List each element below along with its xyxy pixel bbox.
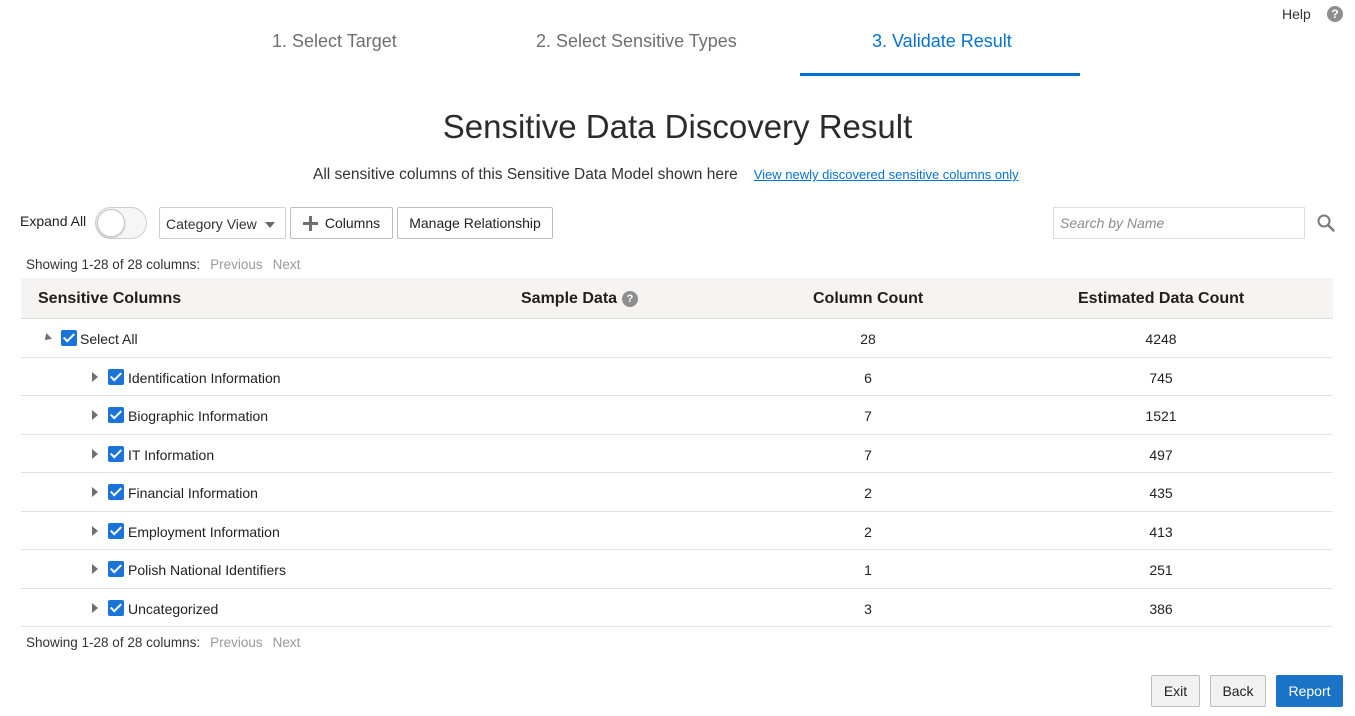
view-select-value: Category View [166,216,257,232]
active-step-indicator [800,73,1080,76]
add-columns-button[interactable]: Columns [290,207,393,239]
column-count-cell: 2 [864,485,872,501]
table-row[interactable]: Identification Information 6 745 [21,358,1333,396]
row-checkbox[interactable] [108,368,124,385]
table-header: Sensitive Columns Sample Data ? Column C… [21,278,1333,319]
table-row[interactable]: Financial Information 2 435 [21,473,1333,512]
data-count-cell: 497 [1149,446,1173,463]
table-row[interactable]: Uncategorized 3 386 [21,589,1333,627]
data-count-cell: 413 [1149,523,1173,540]
column-count-cell: 28 [860,331,876,347]
report-button[interactable]: Report [1276,675,1343,707]
table-row-select-all[interactable]: Select All 28 4248 [21,319,1333,358]
category-label: Polish National Identifiers [128,562,286,578]
page-subtitle: All sensitive columns of this Sensitive … [313,166,738,183]
column-count-cell: 2 [864,523,872,540]
expand-all-toggle[interactable] [95,207,147,239]
expand-triangle-icon[interactable] [92,410,98,420]
header-sensitive-columns: Sensitive Columns [38,290,182,307]
pager-showing: Showing 1-28 of 28 columns: [26,635,201,650]
data-count-cell: 745 [1149,369,1173,386]
step-select-sensitive-types[interactable]: 2. Select Sensitive Types [536,31,737,52]
expand-triangle-icon[interactable] [92,602,98,613]
subtitle-row: All sensitive columns of this Sensitive … [313,166,1019,184]
collapse-triangle-icon[interactable] [42,333,52,343]
view-select[interactable]: Category View [159,207,286,239]
search-icon[interactable] [1317,214,1335,232]
pager-next[interactable]: Next [273,257,301,272]
manage-relationship-button[interactable]: Manage Relationship [397,207,553,239]
step-train: 1. Select Target 2. Select Sensitive Typ… [0,0,1355,78]
pager-bottom: Showing 1-28 of 28 columns: Previous Nex… [26,635,300,650]
column-count-cell: 7 [864,408,872,424]
chevron-down-icon [265,222,275,228]
select-all-checkbox[interactable] [61,330,77,346]
category-label: IT Information [128,446,215,463]
column-count-cell: 3 [864,600,872,617]
category-label: Uncategorized [128,600,219,617]
row-checkbox[interactable] [108,522,124,539]
data-count-cell: 435 [1149,485,1173,501]
select-all-label: Select All [80,331,138,347]
data-count-cell: 251 [1149,562,1173,578]
expand-triangle-icon[interactable] [92,564,98,574]
page-title: Sensitive Data Discovery Result [442,108,913,145]
category-label: Employment Information [128,523,280,540]
row-checkbox[interactable] [108,599,124,616]
expand-triangle-icon[interactable] [92,487,98,497]
row-checkbox[interactable] [108,484,124,500]
view-new-columns-link[interactable]: View newly discovered sensitive columns … [754,167,1019,182]
column-count-cell: 6 [864,369,872,386]
table-row[interactable]: Employment Information 2 413 [21,512,1333,550]
table-row[interactable]: Polish National Identifiers 1 251 [21,550,1333,589]
table-row[interactable]: Biographic Information 7 1521 [21,396,1333,435]
pager-top: Showing 1-28 of 28 columns: Previous Nex… [26,257,300,272]
data-count-cell: 386 [1149,600,1173,617]
column-count-cell: 1 [864,562,872,578]
expand-triangle-icon[interactable] [92,448,98,459]
search-input[interactable] [1053,207,1305,239]
data-count-cell: 4248 [1145,331,1177,347]
exit-button[interactable]: Exit [1151,675,1200,707]
plus-icon [302,215,318,231]
expand-all-label: Expand All [20,213,87,229]
column-count-cell: 7 [864,446,872,463]
pager-previous[interactable]: Previous [210,257,263,272]
expand-triangle-icon[interactable] [92,525,98,536]
help-icon[interactable]: ? [622,291,639,307]
add-columns-label: Columns [324,215,381,231]
pager-showing: Showing 1-28 of 28 columns: [26,257,201,272]
step-select-target[interactable]: 1. Select Target [272,31,397,52]
row-checkbox[interactable] [108,407,124,423]
sensitive-columns-table: Sensitive Columns Sample Data ? Column C… [21,278,1333,627]
data-count-cell: 1521 [1145,408,1177,424]
row-checkbox[interactable] [108,445,124,462]
back-button[interactable]: Back [1210,675,1266,707]
pager-next[interactable]: Next [273,635,301,650]
category-label: Biographic Information [128,408,269,424]
table-row[interactable]: IT Information 7 497 [21,435,1333,473]
category-label: Financial Information [128,485,258,501]
pager-previous[interactable]: Previous [210,635,263,650]
header-sample-data-label: Sample Data [521,290,618,307]
toggle-knob [97,209,125,237]
row-checkbox[interactable] [108,561,124,577]
header-estimated-data-count: Estimated Data Count [1078,290,1245,307]
expand-triangle-icon[interactable] [92,371,98,382]
header-column-count: Column Count [813,290,924,307]
category-label: Identification Information [128,369,281,386]
header-sample-data: Sample Data ? [521,290,639,308]
step-validate-result[interactable]: 3. Validate Result [872,31,1012,52]
